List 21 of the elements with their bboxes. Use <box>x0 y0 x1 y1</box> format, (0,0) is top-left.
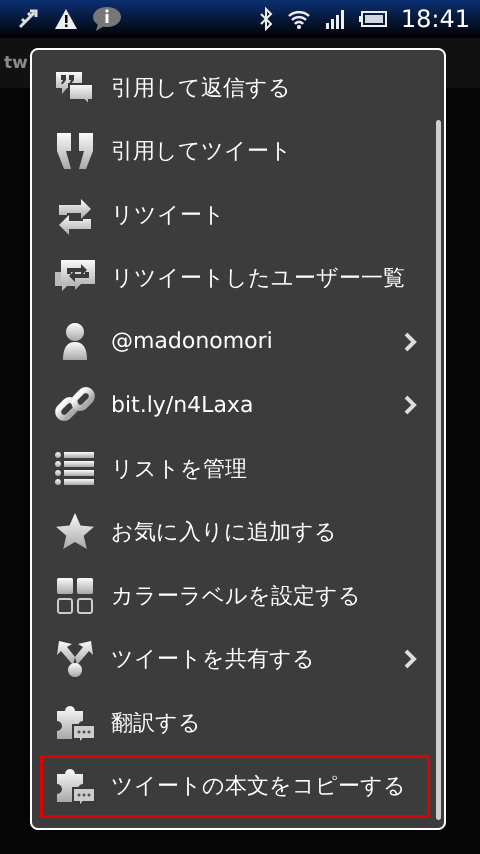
usb-icon <box>16 7 40 31</box>
battery-icon <box>358 11 387 27</box>
menu-item[interactable]: bit.ly/n4Laxa <box>40 374 430 437</box>
menu-item[interactable]: リストを管理 <box>40 437 430 500</box>
clock-time: 18:41 <box>400 5 470 33</box>
menu-item[interactable]: ツイートの本文をコピーする <box>40 754 430 818</box>
wifi-icon <box>286 8 311 30</box>
info-bubble-icon <box>92 6 122 32</box>
menu-item[interactable]: リツイートしたユーザー一覧 <box>40 246 430 310</box>
menu-item[interactable]: カラーラベルを設定する <box>40 564 430 628</box>
menu-item[interactable]: 翻訳する <box>40 691 430 754</box>
menu-item[interactable]: リツイート <box>40 183 430 246</box>
screen-title: tw <box>4 53 28 73</box>
bluetooth-icon <box>258 7 273 31</box>
menu-item[interactable]: @madonomori <box>40 310 430 374</box>
menu-item[interactable]: ツイートを共有する <box>40 628 430 691</box>
menu-item[interactable]: 引用してツイート <box>40 120 430 183</box>
signal-icon <box>324 9 345 29</box>
warning-icon <box>54 8 78 30</box>
menu-item[interactable]: お気に入りに追加する <box>40 500 430 564</box>
menu-item[interactable]: 引用して返信する <box>40 56 430 120</box>
